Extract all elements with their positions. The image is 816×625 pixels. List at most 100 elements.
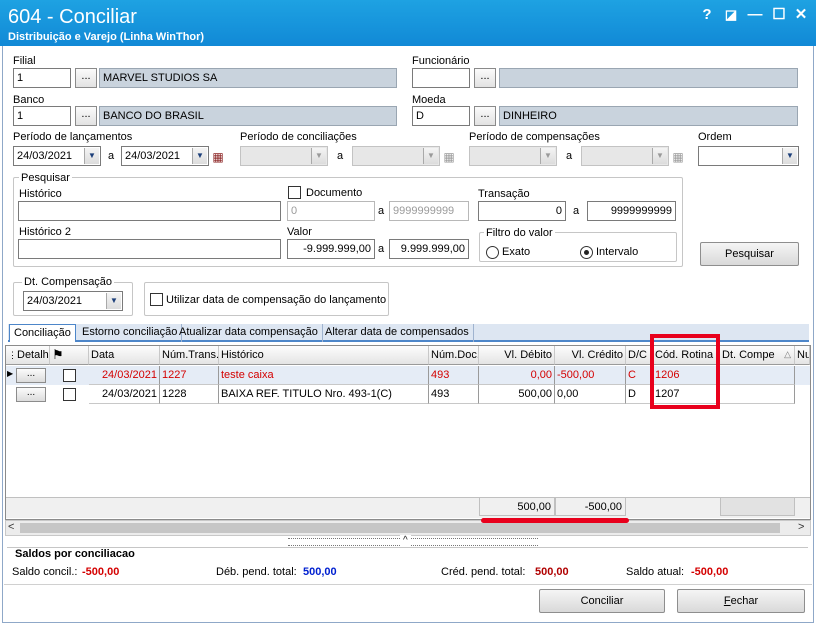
valor-label: Valor (287, 226, 312, 238)
column-header-vl-credito[interactable]: Vl. Crédito (555, 346, 626, 365)
total-vl-debito: 500,00 (479, 497, 555, 516)
column-header-dc[interactable]: D/C (626, 346, 653, 365)
documento-from-input[interactable]: 0 (287, 201, 375, 221)
filtro-exato-radio[interactable] (486, 246, 499, 259)
filtro-intervalo-label: Intervalo (596, 246, 639, 258)
chevron-up-icon[interactable]: ^ (400, 535, 411, 546)
cell-vl-debito: 0,00 (479, 366, 555, 385)
use-launch-date-label: Utilizar data de compensação do lançamen… (166, 294, 387, 306)
minimize-button[interactable]: — (746, 5, 764, 25)
cell-vl-credito: -500,00 (555, 366, 626, 385)
banco-label: Banco (13, 94, 45, 106)
periodo-conciliacoes-label: Período de conciliações (240, 131, 357, 143)
valor-sep: a (378, 243, 385, 255)
moeda-name-field: DINHEIRO (499, 106, 798, 126)
cell-dt-compe (720, 385, 795, 404)
banco-code-input[interactable]: 1 (13, 106, 71, 126)
documento-to-input[interactable]: 9999999999 (389, 201, 469, 221)
periodo-compensacoes-to[interactable]: ▼ ▦ (581, 146, 684, 166)
detail-button-cell[interactable]: ... (16, 387, 46, 402)
chevron-down-icon[interactable]: ▼ (192, 148, 207, 164)
tab-atualizar-data-compensacao[interactable]: Atualizar data compensação (175, 324, 323, 342)
funcionario-code-input[interactable] (412, 68, 470, 88)
historico-input[interactable] (18, 201, 281, 221)
column-header-dt-compe[interactable]: Dt. Compe △ (720, 346, 795, 365)
scroll-right-icon[interactable]: > (798, 521, 804, 533)
calendar-icon[interactable]: ▦ (210, 147, 226, 167)
cell-num-trans: 1228 (160, 385, 219, 404)
tab-estorno-conciliacao[interactable]: Estorno conciliação (78, 324, 183, 342)
column-header-flag[interactable]: ⚑ (50, 346, 89, 365)
moeda-lookup-button[interactable]: ... (474, 106, 496, 126)
calendar-icon: ▦ (672, 150, 684, 164)
periodo-conciliacoes-to[interactable]: ▼ ▦ (352, 146, 455, 166)
column-header-num-trans[interactable]: Núm.Trans. (160, 346, 219, 365)
tab-alterar-data-compensados[interactable]: Alterar data de compensados (321, 324, 474, 342)
row-detail-button[interactable]: ... (16, 368, 46, 383)
valor-from-input[interactable]: -9.999.999,00 (287, 239, 375, 259)
compensacao-label: Dt. Compensação (22, 276, 115, 288)
splitter-handle[interactable] (288, 538, 538, 546)
column-header-data[interactable]: Data (89, 346, 160, 365)
column-header-detalhe[interactable]: ⋮Detalh (6, 346, 50, 365)
pesquisar-button[interactable]: Pesquisar (700, 242, 799, 266)
filial-code-input[interactable]: 1 (13, 68, 71, 88)
filtro-intervalo-radio[interactable] (580, 246, 593, 259)
maximize-button[interactable]: ☐ (770, 5, 788, 25)
ordem-select[interactable]: ▼ (698, 146, 799, 166)
compensacao-date-value: 24/03/2021 (27, 295, 83, 307)
historico2-input[interactable] (18, 239, 281, 259)
cell-vl-credito: 0,00 (555, 385, 626, 404)
help-button[interactable]: ? (698, 5, 716, 25)
cred-pend-label: Créd. pend. total: (441, 566, 526, 578)
scroll-thumb[interactable] (20, 523, 780, 533)
filtro-valor-label: Filtro do valor (484, 227, 555, 239)
periodo-conciliacoes-from[interactable]: ▼ (240, 146, 328, 166)
banco-lookup-button[interactable]: ... (75, 106, 97, 126)
scroll-left-icon[interactable]: < (8, 521, 14, 533)
deb-pend-value: 500,00 (303, 566, 337, 578)
saldos-title: Saldos por conciliacao (15, 548, 135, 560)
column-header-vl-debito[interactable]: Vl. Débito (479, 346, 555, 365)
fechar-button[interactable]: Fechar (677, 589, 805, 613)
saldo-concil-label: Saldo concil.: (12, 566, 78, 578)
periodo-lancamentos-sep: a (108, 150, 115, 162)
moeda-code-input[interactable]: D (412, 106, 470, 126)
grid-horizontal-scrollbar[interactable]: < > (5, 520, 811, 536)
row-select-checkbox[interactable] (63, 388, 76, 401)
filial-lookup-button[interactable]: ... (75, 68, 97, 88)
row-select-checkbox[interactable] (63, 369, 76, 382)
periodo-lancamentos-to[interactable]: 24/03/2021 ▼ ▦ (121, 146, 224, 166)
periodo-lancamentos-from-value: 24/03/2021 (17, 150, 73, 162)
periodo-compensacoes-from[interactable]: ▼ (469, 146, 557, 166)
detail-button-cell[interactable]: ... (16, 368, 46, 383)
cell-num-doc: 493 (429, 385, 479, 404)
column-header-historico[interactable]: Histórico (219, 346, 429, 365)
transacao-sep: a (573, 205, 580, 217)
compensacao-date[interactable]: 24/03/2021 ▼ (23, 291, 123, 311)
transacao-to-input[interactable]: 9999999999 (587, 201, 676, 221)
chevron-down-icon[interactable]: ▼ (106, 293, 121, 309)
tab-conciliacao[interactable]: Conciliação (9, 324, 76, 342)
layout-button[interactable]: ◪ (722, 5, 740, 25)
periodo-lancamentos-from[interactable]: 24/03/2021 ▼ (13, 146, 101, 166)
column-header-nu[interactable]: Nu (795, 346, 810, 365)
chevron-down-icon: ▼ (540, 148, 555, 164)
funcionario-lookup-button[interactable]: ... (474, 68, 496, 88)
transacao-from-input[interactable]: 0 (478, 201, 566, 221)
documento-checkbox[interactable] (288, 186, 301, 199)
chevron-down-icon[interactable]: ▼ (84, 148, 99, 164)
periodo-conciliacoes-sep: a (337, 150, 344, 162)
column-header-num-doc[interactable]: Núm.Doc. (429, 346, 479, 365)
periodo-compensacoes-label: Período de compensações (469, 131, 600, 143)
saldo-concil-value: -500,00 (82, 566, 120, 578)
ordem-label: Ordem (698, 131, 732, 143)
close-button[interactable]: ✕ (792, 5, 810, 25)
conciliar-button[interactable]: Conciliar (539, 589, 665, 613)
cell-dc: C (626, 366, 653, 385)
chevron-down-icon[interactable]: ▼ (782, 148, 797, 164)
moeda-label: Moeda (412, 94, 446, 106)
valor-to-input[interactable]: 9.999.999,00 (389, 239, 469, 259)
row-detail-button[interactable]: ... (16, 387, 46, 402)
use-launch-date-checkbox[interactable] (150, 293, 163, 306)
